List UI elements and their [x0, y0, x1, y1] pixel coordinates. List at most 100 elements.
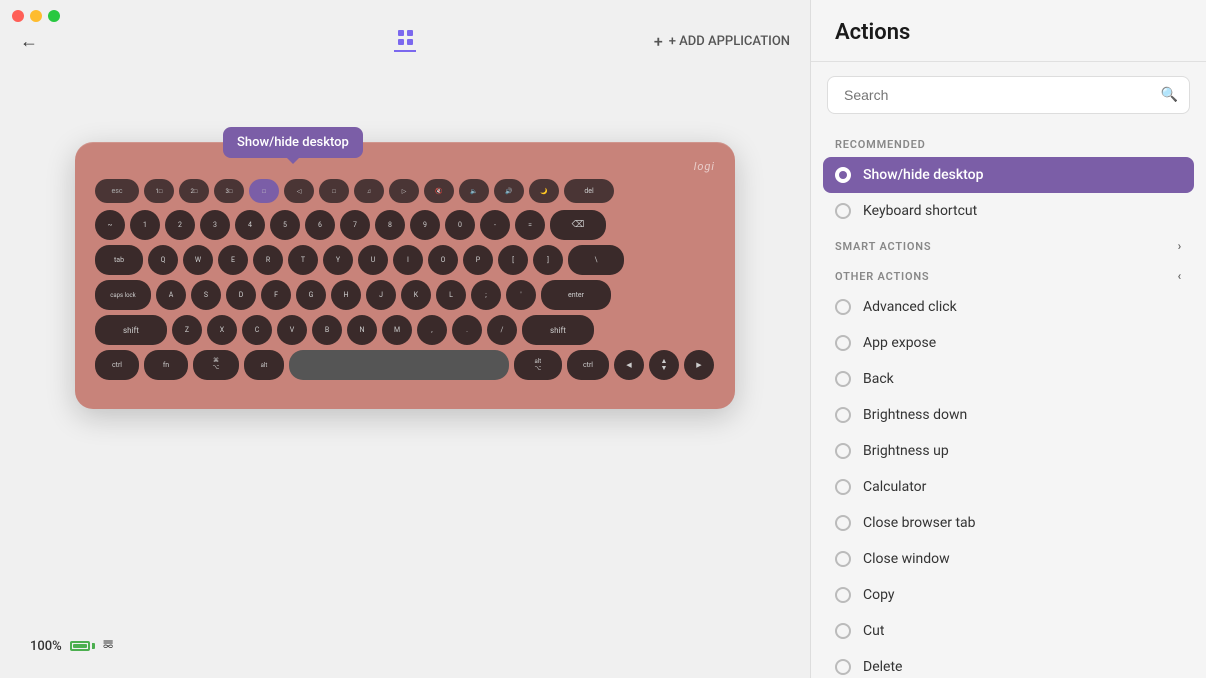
key-b[interactable]: B — [312, 315, 342, 345]
key-m[interactable]: M — [382, 315, 412, 345]
key-p[interactable]: P — [463, 245, 493, 275]
section-other-actions[interactable]: OTHER ACTIONS ‹ — [811, 259, 1206, 289]
section-smart-actions[interactable]: SMART ACTIONS › — [811, 229, 1206, 259]
key-quote[interactable]: ' — [506, 280, 536, 310]
close-button[interactable] — [12, 10, 24, 22]
key-7[interactable]: 7 — [340, 210, 370, 240]
key-shift-right[interactable]: shift — [522, 315, 594, 345]
key-equals[interactable]: = — [515, 210, 545, 240]
key-2[interactable]: 2 — [165, 210, 195, 240]
key-6[interactable]: 6 — [305, 210, 335, 240]
key-del[interactable]: del — [564, 179, 614, 203]
key-o[interactable]: O — [428, 245, 458, 275]
key-9[interactable]: 9 — [410, 210, 440, 240]
key-f8[interactable]: ▷ — [389, 179, 419, 203]
key-v[interactable]: V — [277, 315, 307, 345]
key-alt-right[interactable]: alt⌥ — [514, 350, 562, 380]
key-fn[interactable]: fn — [144, 350, 188, 380]
key-f12[interactable]: 🌙 — [529, 179, 559, 203]
action-close-window[interactable]: Close window — [811, 541, 1206, 577]
key-c[interactable]: C — [242, 315, 272, 345]
key-f5[interactable]: ◁ — [284, 179, 314, 203]
key-3[interactable]: 3 — [200, 210, 230, 240]
key-space[interactable] — [289, 350, 509, 380]
key-arrow-up-down[interactable]: ▲ ▼ — [649, 350, 679, 380]
key-f6[interactable]: □ — [319, 179, 349, 203]
action-advanced-click[interactable]: Advanced click — [811, 289, 1206, 325]
key-l[interactable]: L — [436, 280, 466, 310]
key-rbracket[interactable]: ] — [533, 245, 563, 275]
key-0[interactable]: 0 — [445, 210, 475, 240]
key-f11[interactable]: 🔊 — [494, 179, 524, 203]
key-5[interactable]: 5 — [270, 210, 300, 240]
key-f10[interactable]: 🔈 — [459, 179, 489, 203]
key-8[interactable]: 8 — [375, 210, 405, 240]
key-f2[interactable]: 2□ — [179, 179, 209, 203]
key-backspace[interactable]: ⌫ — [550, 210, 606, 240]
key-backslash[interactable]: \ — [568, 245, 624, 275]
back-button[interactable]: ← — [20, 31, 38, 52]
key-cmd-left[interactable]: ⌘⌥ — [193, 350, 239, 380]
key-arrow-left[interactable]: ◀ — [614, 350, 644, 380]
maximize-button[interactable] — [48, 10, 60, 22]
key-a[interactable]: A — [156, 280, 186, 310]
key-4[interactable]: 4 — [235, 210, 265, 240]
key-semicolon[interactable]: ; — [471, 280, 501, 310]
key-shift-left[interactable]: shift — [95, 315, 167, 345]
key-enter[interactable]: enter — [541, 280, 611, 310]
key-tilde[interactable]: ~ — [95, 210, 125, 240]
key-f1[interactable]: 1□ — [144, 179, 174, 203]
key-1[interactable]: 1 — [130, 210, 160, 240]
key-slash[interactable]: / — [487, 315, 517, 345]
action-brightness-up[interactable]: Brightness up — [811, 433, 1206, 469]
apps-icon-button[interactable] — [394, 30, 416, 52]
key-w[interactable]: W — [183, 245, 213, 275]
key-s[interactable]: S — [191, 280, 221, 310]
key-n[interactable]: N — [347, 315, 377, 345]
key-g[interactable]: G — [296, 280, 326, 310]
add-application-button[interactable]: + + ADD APPLICATION — [654, 32, 790, 51]
action-show-hide-desktop[interactable]: Show/hide desktop — [823, 157, 1194, 193]
action-delete[interactable]: Delete — [811, 649, 1206, 678]
key-alt-left[interactable]: alt — [244, 350, 284, 380]
key-u[interactable]: U — [358, 245, 388, 275]
key-f9[interactable]: 🔇 — [424, 179, 454, 203]
key-e[interactable]: E — [218, 245, 248, 275]
key-lbracket[interactable]: [ — [498, 245, 528, 275]
key-y[interactable]: Y — [323, 245, 353, 275]
key-ctrl[interactable]: ctrl — [95, 350, 139, 380]
action-back[interactable]: Back — [811, 361, 1206, 397]
key-minus[interactable]: - — [480, 210, 510, 240]
key-f7[interactable]: ♫ — [354, 179, 384, 203]
key-i[interactable]: I — [393, 245, 423, 275]
key-x[interactable]: X — [207, 315, 237, 345]
key-k[interactable]: K — [401, 280, 431, 310]
minimize-button[interactable] — [30, 10, 42, 22]
key-f3[interactable]: 3□ — [214, 179, 244, 203]
key-t[interactable]: T — [288, 245, 318, 275]
action-calculator[interactable]: Calculator — [811, 469, 1206, 505]
action-brightness-down[interactable]: Brightness down — [811, 397, 1206, 433]
action-cut[interactable]: Cut — [811, 613, 1206, 649]
action-copy[interactable]: Copy — [811, 577, 1206, 613]
key-h[interactable]: H — [331, 280, 361, 310]
section-smart-actions-label: SMART ACTIONS — [835, 240, 931, 253]
key-d[interactable]: D — [226, 280, 256, 310]
key-f[interactable]: F — [261, 280, 291, 310]
key-j[interactable]: J — [366, 280, 396, 310]
key-f4-highlight[interactable]: □ — [249, 179, 279, 203]
key-ctrl-right[interactable]: ctrl — [567, 350, 609, 380]
key-esc[interactable]: esc — [95, 179, 139, 203]
key-period[interactable]: . — [452, 315, 482, 345]
action-keyboard-shortcut[interactable]: Keyboard shortcut — [811, 193, 1206, 229]
key-z[interactable]: Z — [172, 315, 202, 345]
key-caps-lock[interactable]: caps lock — [95, 280, 151, 310]
key-q[interactable]: Q — [148, 245, 178, 275]
search-input[interactable] — [827, 76, 1190, 114]
action-app-expose[interactable]: App expose — [811, 325, 1206, 361]
action-close-browser-tab[interactable]: Close browser tab — [811, 505, 1206, 541]
key-r[interactable]: R — [253, 245, 283, 275]
key-arrow-right[interactable]: ▶ — [684, 350, 714, 380]
key-comma[interactable]: , — [417, 315, 447, 345]
key-tab[interactable]: tab — [95, 245, 143, 275]
